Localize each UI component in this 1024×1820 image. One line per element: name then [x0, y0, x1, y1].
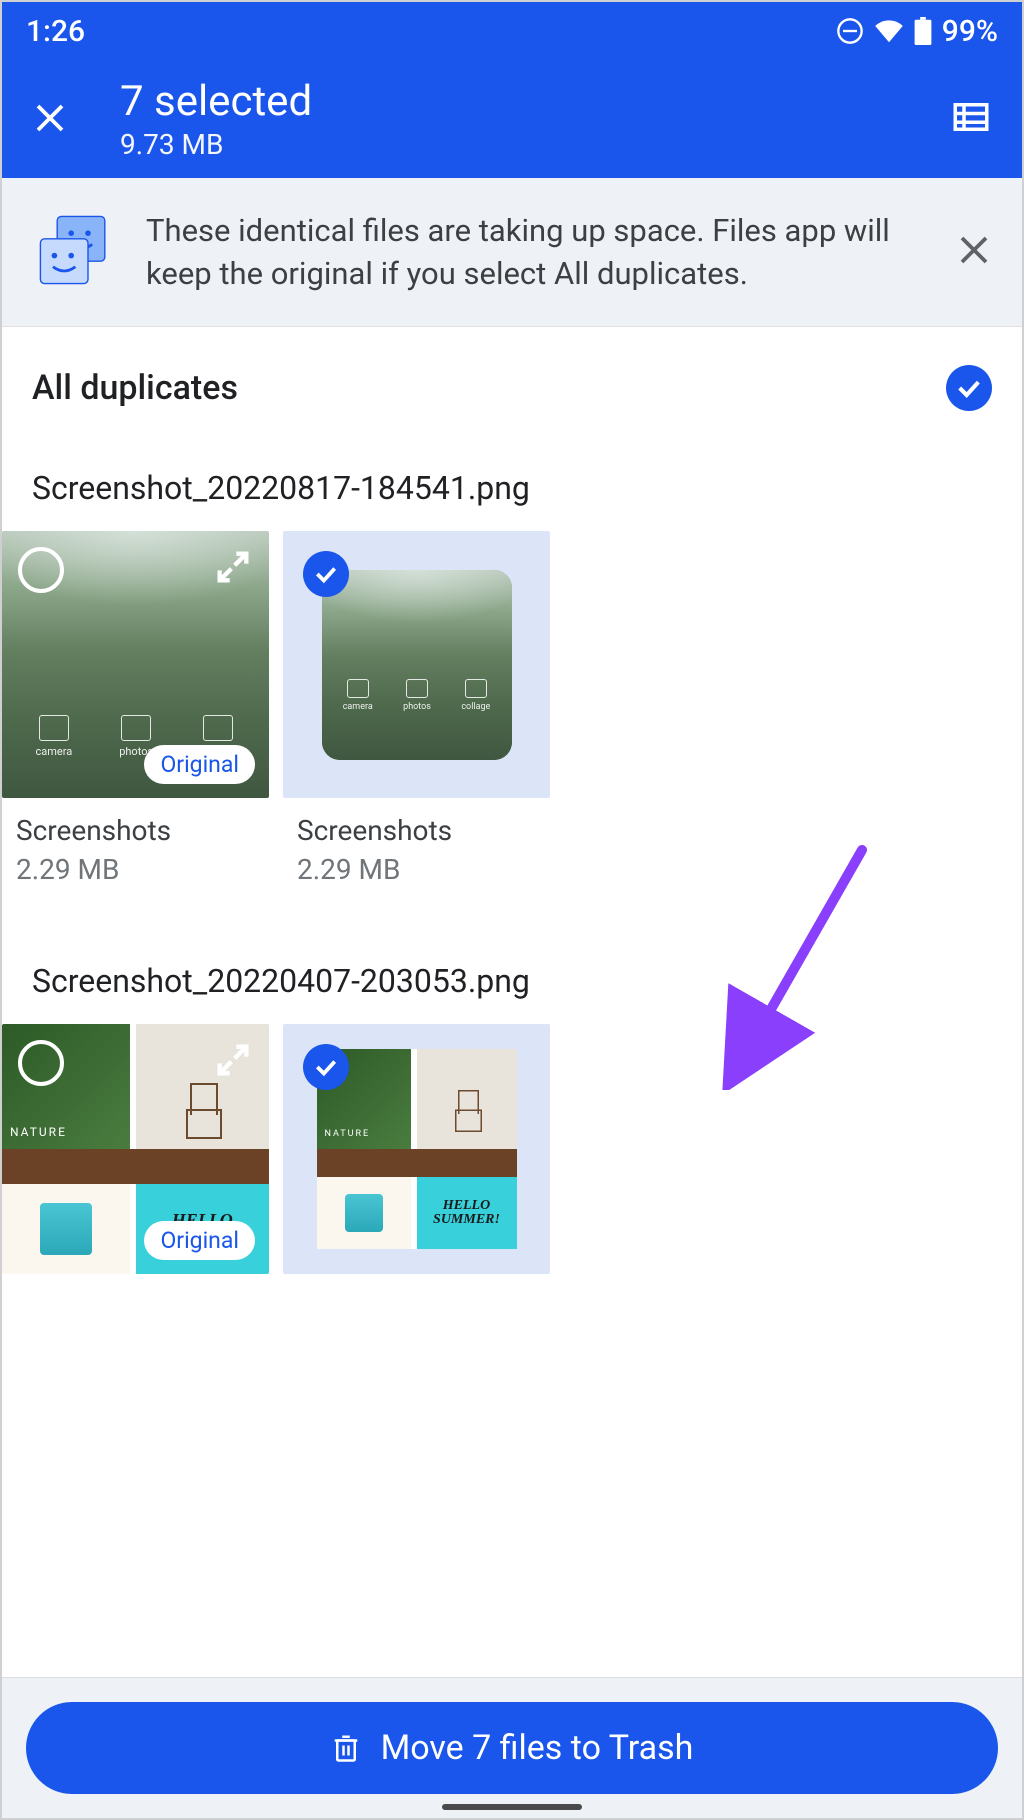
- move-to-trash-button[interactable]: Move 7 files to Trash: [26, 1702, 998, 1794]
- thumbnail[interactable]: HELLOSUMMER! Original: [2, 1024, 269, 1274]
- info-banner: These identical files are taking up spac…: [2, 178, 1022, 327]
- battery-icon: [914, 17, 932, 45]
- thumbnail[interactable]: camera photos collage Original: [2, 531, 269, 798]
- duplicate-group: Screenshot_20220407-203053.png HELLOSUMM…: [2, 932, 1022, 1274]
- app-bar: 7 selected 9.73 MB: [2, 60, 1022, 178]
- banner-text: These identical files are taking up spac…: [146, 209, 936, 296]
- trash-button-label: Move 7 files to Trash: [381, 1728, 694, 1768]
- selected-check-icon[interactable]: [303, 551, 349, 597]
- selection-count: 7 selected: [120, 77, 950, 126]
- file-size: 2.29 MB: [16, 853, 255, 886]
- selection-size: 9.73 MB: [120, 128, 950, 161]
- thumbnail[interactable]: HELLOSUMMER!: [283, 1024, 550, 1274]
- unselected-ring-icon[interactable]: [18, 547, 64, 593]
- all-duplicates-label: All duplicates: [32, 368, 238, 408]
- duplicate-group: Screenshot_20220817-184541.png camera ph…: [2, 439, 1022, 886]
- selected-check-icon[interactable]: [303, 1044, 349, 1090]
- original-badge: Original: [144, 1221, 255, 1260]
- status-icons: 99%: [836, 14, 998, 49]
- status-bar: 1:26 99%: [2, 2, 1022, 60]
- dnd-icon: [836, 17, 864, 45]
- file-folder: Screenshots: [297, 814, 536, 847]
- all-duplicates-row[interactable]: All duplicates: [2, 327, 1022, 439]
- close-icon[interactable]: [32, 91, 68, 148]
- expand-icon[interactable]: [213, 1040, 253, 1084]
- banner-close-icon[interactable]: [956, 232, 992, 272]
- title-block: 7 selected 9.73 MB: [120, 77, 950, 161]
- bottom-bar: Move 7 files to Trash: [2, 1677, 1022, 1818]
- duplicates-icon: [32, 208, 116, 296]
- file-item[interactable]: camera photos collage Original Screensho…: [2, 531, 269, 886]
- file-size: 2.29 MB: [297, 853, 536, 886]
- file-folder: Screenshots: [16, 814, 255, 847]
- status-time: 1:26: [26, 14, 85, 49]
- file-item[interactable]: HELLOSUMMER!: [283, 1024, 550, 1274]
- group-filename: Screenshot_20220407-203053.png: [2, 932, 1022, 1024]
- wifi-icon: [874, 16, 904, 46]
- nav-handle[interactable]: [442, 1804, 582, 1810]
- expand-icon[interactable]: [213, 547, 253, 591]
- group-filename: Screenshot_20220817-184541.png: [2, 439, 1022, 531]
- battery-percent: 99%: [942, 14, 998, 49]
- original-badge: Original: [144, 745, 255, 784]
- file-item[interactable]: camera photos collage Screenshots 2.29 M…: [283, 531, 550, 886]
- file-item[interactable]: HELLOSUMMER! Original: [2, 1024, 269, 1274]
- list-view-icon[interactable]: [950, 96, 992, 142]
- trash-icon: [331, 1733, 361, 1763]
- thumbnail[interactable]: camera photos collage: [283, 531, 550, 798]
- all-duplicates-check-icon[interactable]: [946, 365, 992, 411]
- unselected-ring-icon[interactable]: [18, 1040, 64, 1086]
